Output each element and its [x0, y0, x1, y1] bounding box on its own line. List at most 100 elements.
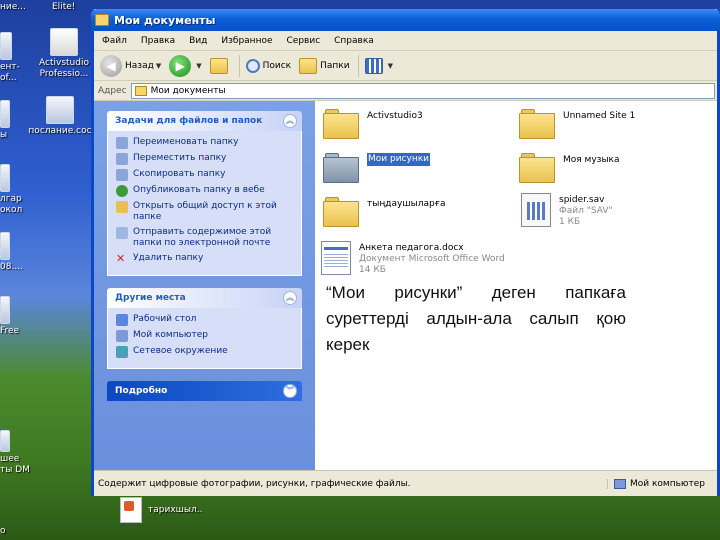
desktop-item-icon	[0, 430, 10, 452]
task-label: Отправить содержимое этой папки по элект…	[133, 227, 272, 248]
task-label: Скопировать папку	[133, 169, 226, 179]
chevron-up-icon[interactable]: ︽	[283, 114, 297, 128]
tasks-panel-header[interactable]: Задачи для файлов и папок ︽	[107, 111, 302, 131]
up-folder-icon	[209, 57, 228, 74]
task-rename-folder[interactable]: Переименовать папку	[116, 137, 295, 149]
forward-button[interactable]: ▶ ▼	[169, 54, 202, 77]
place-network[interactable]: Сетевое окружение	[116, 346, 295, 358]
task-email-folder[interactable]: Отправить содержимое этой папки по элект…	[116, 227, 295, 249]
task-label: Переместить папку	[133, 153, 227, 163]
desktop-icon-1-label: ние...	[0, 2, 26, 12]
places-panel-title: Другие места	[115, 293, 186, 303]
task-copy-folder[interactable]: Скопировать папку	[116, 169, 295, 181]
views-icon	[364, 57, 383, 74]
chevron-up-icon[interactable]: ︽	[283, 291, 297, 305]
title-bar[interactable]: Мои документы	[91, 9, 720, 31]
desktop-icon-6-label: ы	[0, 130, 8, 140]
file-item[interactable]: spider.sav Файл "SAV" 1 КБ	[521, 193, 613, 228]
explorer-window: Мои документы Файл Правка Вид Избранное …	[91, 9, 720, 496]
tasks-panel: Задачи для файлов и папок ︽ Переименоват…	[107, 111, 302, 276]
computer-icon	[614, 478, 626, 489]
task-publish-folder[interactable]: Опубликовать папку в вебе	[116, 185, 295, 197]
desktop-item-icon	[0, 296, 10, 324]
folder-icon	[323, 197, 359, 227]
place-label: Мой компьютер	[133, 330, 208, 340]
desktop-icon-10[interactable]: шее ты DM	[0, 430, 30, 476]
back-button-label: Назад	[125, 60, 154, 71]
delete-x-icon: ✕	[116, 252, 126, 265]
toolbar-separator	[238, 54, 240, 77]
file-name: Мои рисунки	[367, 153, 430, 166]
task-label: Удалить папку	[133, 253, 204, 263]
rename-icon	[116, 137, 128, 149]
menu-favorites[interactable]: Избранное	[221, 36, 272, 46]
places-panel-body: Рабочий стол Мой компьютер Сетевое окруж…	[107, 308, 302, 369]
desktop-icon-8[interactable]: 08....	[0, 232, 30, 273]
file-item[interactable]: Анкета педагога.docx Документ Microsoft …	[321, 241, 505, 276]
desktop-icon-8-label: 08....	[0, 262, 23, 272]
desktop-icon-activstudio[interactable]: Activstudio Professio...	[36, 28, 92, 80]
tasks-panel-body: Переименовать папку Переместить папку Ск…	[107, 131, 302, 276]
caption-text: “Мои рисунки” деген папкаға суреттерді а…	[326, 283, 626, 354]
search-button-label: Поиск	[262, 60, 292, 71]
desktop-icon-7[interactable]: лгар окол	[0, 164, 26, 216]
pictures-folder-icon	[323, 153, 359, 183]
desktop-icon-9-label: Free	[0, 326, 20, 336]
desktop-icon-6[interactable]: ы	[0, 100, 20, 141]
folder-icon	[323, 109, 359, 139]
move-icon	[116, 153, 128, 165]
file-item-selected[interactable]: Мои рисунки	[323, 153, 430, 183]
menu-tools[interactable]: Сервис	[287, 36, 321, 46]
window-title: Мои документы	[114, 13, 216, 27]
desktop-item-icon	[0, 100, 10, 128]
desktop-item-icon	[0, 32, 12, 60]
task-label: Опубликовать папку в вебе	[133, 185, 265, 195]
word-doc-icon	[46, 96, 74, 124]
search-button[interactable]: Поиск	[245, 58, 292, 73]
file-item[interactable]: Activstudio3	[323, 109, 423, 139]
views-button[interactable]: ▼	[364, 57, 393, 74]
chevron-down-icon[interactable]: ︾	[283, 384, 297, 398]
place-desktop[interactable]: Рабочий стол	[116, 314, 295, 326]
file-item[interactable]: Моя музыка	[519, 153, 620, 183]
desktop-icon-11-label: о	[0, 526, 6, 536]
folders-button[interactable]: Папки	[299, 57, 350, 74]
menu-view[interactable]: Вид	[189, 36, 207, 46]
desktop-icon	[116, 314, 128, 326]
task-share-folder[interactable]: Открыть общий доступ к этой папке	[116, 201, 295, 223]
task-move-folder[interactable]: Переместить папку	[116, 153, 295, 165]
up-folder-button[interactable]	[209, 57, 231, 74]
address-bar: Адрес Мои документы	[94, 81, 717, 101]
desktop-icon-poslanie-label: послание.coc	[28, 126, 92, 136]
folders-button-label: Папки	[320, 60, 350, 71]
desktop-icon-3[interactable]: ент- оf...	[0, 32, 30, 84]
desktop-icon-9[interactable]: Free	[0, 296, 30, 337]
menu-edit[interactable]: Правка	[141, 36, 175, 46]
desktop-icon-10-label: шее ты DM	[0, 454, 30, 475]
desktop-icon-1[interactable]: ние...	[0, 2, 26, 13]
details-panel-header[interactable]: Подробно ︾	[107, 381, 302, 401]
sav-file-icon	[521, 193, 551, 227]
desktop-icon-tarihshy[interactable]: тарихшыл..	[120, 497, 202, 523]
globe-icon	[116, 185, 128, 197]
folders-icon	[299, 57, 318, 74]
desktop-icon-elite[interactable]: Elite!	[52, 2, 75, 13]
desktop-icon-poslanie[interactable]: послание.coc	[28, 96, 92, 137]
address-input[interactable]: Мои документы	[130, 82, 715, 99]
menu-file[interactable]: Файл	[102, 36, 127, 46]
places-panel-header[interactable]: Другие места ︽	[107, 288, 302, 308]
places-panel: Другие места ︽ Рабочий стол Мой компьюте…	[107, 288, 302, 369]
place-my-computer[interactable]: Мой компьютер	[116, 330, 295, 342]
folder-icon	[519, 109, 555, 139]
file-item[interactable]: тыңдаушыларға	[323, 197, 446, 227]
status-location-label: Мой компьютер	[630, 478, 705, 489]
task-delete-folder[interactable]: ✕ Удалить папку	[116, 253, 295, 265]
desktop-icon-activstudio-label: Activstudio Professio...	[39, 58, 89, 79]
desktop-icon-11[interactable]: о	[0, 526, 20, 537]
file-item[interactable]: Unnamed Site 1	[519, 109, 635, 139]
back-button[interactable]: ◀ Назад ▼	[100, 54, 161, 77]
music-folder-icon	[519, 153, 555, 183]
menu-bar: Файл Правка Вид Избранное Сервис Справка	[94, 31, 717, 51]
task-pane: Задачи для файлов и папок ︽ Переименоват…	[94, 101, 315, 470]
menu-help[interactable]: Справка	[334, 36, 374, 46]
